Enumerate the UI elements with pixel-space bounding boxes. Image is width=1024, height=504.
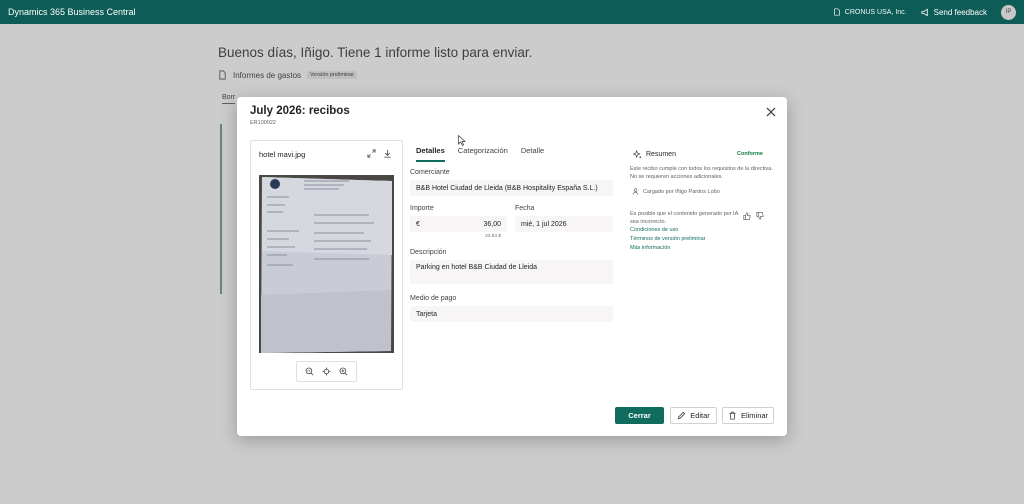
download-icon[interactable] [383,149,392,158]
amount-field[interactable]: € 36,00 [410,216,507,232]
uploaded-by-row: Cargado por Iñigo Pardos Lobo [632,188,720,195]
uploaded-by-text: Cargado por Iñigo Pardos Lobo [643,188,720,195]
zoom-in-icon[interactable] [339,367,348,376]
top-bar: Dynamics 365 Business Central CRONUS USA… [0,0,1024,24]
thumbs-up-icon[interactable] [743,212,751,220]
zoom-out-icon[interactable] [305,367,314,376]
summary-text: Este recibo cumple con todos los requisi… [630,166,773,180]
close-icon[interactable] [765,106,777,118]
more-info-link[interactable]: Más información [630,245,670,251]
payment-method-field[interactable]: Tarjeta [410,306,613,322]
edit-button-label: Editar [690,411,710,420]
send-feedback-button[interactable]: Send feedback [921,8,987,17]
merchant-field[interactable]: B&B Hotel Ciudad de Lleida (B&B Hospital… [410,180,613,196]
tab-details[interactable]: Detalles [416,146,445,162]
mouse-cursor-icon [458,135,466,146]
dialog-title: July 2026: recibos [250,105,350,117]
close-button-label: Cerrar [628,411,651,420]
receipt-image-panel: hotel mavi.jpg [250,140,403,390]
amount-value: 36,00 [483,220,501,228]
payment-method-label: Medio de pago [410,295,457,302]
description-field[interactable]: Parking en hotel B&B Ciudad de Lleida [410,260,613,284]
tab-categorization[interactable]: Categorización [458,146,508,162]
thumbs-down-icon[interactable] [756,212,764,220]
fit-to-screen-icon[interactable] [322,367,331,376]
delete-button-label: Eliminar [740,411,769,420]
receipt-photo[interactable] [259,175,394,353]
zoom-toolbar [296,361,357,382]
dialog-subtitle: ER100022 [250,120,276,126]
company-switcher[interactable]: CRONUS USA, Inc. [833,8,907,16]
merchant-label: Comerciante [410,169,450,176]
feedback-buttons [743,212,764,220]
sparkle-icon [633,150,642,159]
date-field[interactable]: mié, 1 jul 2026 [515,216,613,232]
delete-button[interactable]: Eliminar [722,407,774,424]
date-label: Fecha [515,205,535,212]
company-name: CRONUS USA, Inc. [844,8,907,16]
summary-title: Resumen [646,151,676,158]
description-value: Parking en hotel B&B Ciudad de Lleida [416,264,538,271]
close-button[interactable]: Cerrar [615,407,664,424]
dialog-tabs: Detalles Categorización Detalle [416,146,544,162]
pencil-icon [677,411,686,420]
expand-icon[interactable] [367,149,376,158]
date-value: mié, 1 jul 2026 [521,220,567,228]
currency-symbol: € [416,220,420,228]
summary-header: Resumen [633,150,676,159]
description-label: Descripción [410,249,447,256]
merchant-value: B&B Hotel Ciudad de Lleida (B&B Hospital… [416,184,598,192]
megaphone-icon [921,8,928,16]
app-title[interactable]: Dynamics 365 Business Central [8,7,136,17]
receipt-paper-image [259,175,394,353]
preview-terms-link[interactable]: Términos de versión preliminar [630,236,706,242]
terms-of-use-link[interactable]: Condiciones de uso [630,227,678,233]
trash-icon [729,411,736,420]
person-icon [632,188,639,195]
amount-label: Importe [410,205,434,212]
tab-detail[interactable]: Detalle [521,146,544,162]
document-icon [834,8,840,16]
image-filename: hotel mavi.jpg [259,150,306,159]
amount-converted: 33,83 $ [485,234,502,239]
avatar[interactable]: IP [1001,4,1016,20]
payment-method-value: Tarjeta [416,310,438,318]
receipt-dialog: July 2026: recibos ER100022 hotel mavi.j… [237,97,787,436]
ai-disclaimer: Es posible que el contenido generado por… [630,211,738,225]
compliance-badge: Conforme [737,151,763,157]
send-feedback-label: Send feedback [933,7,987,17]
edit-button[interactable]: Editar [670,407,717,424]
